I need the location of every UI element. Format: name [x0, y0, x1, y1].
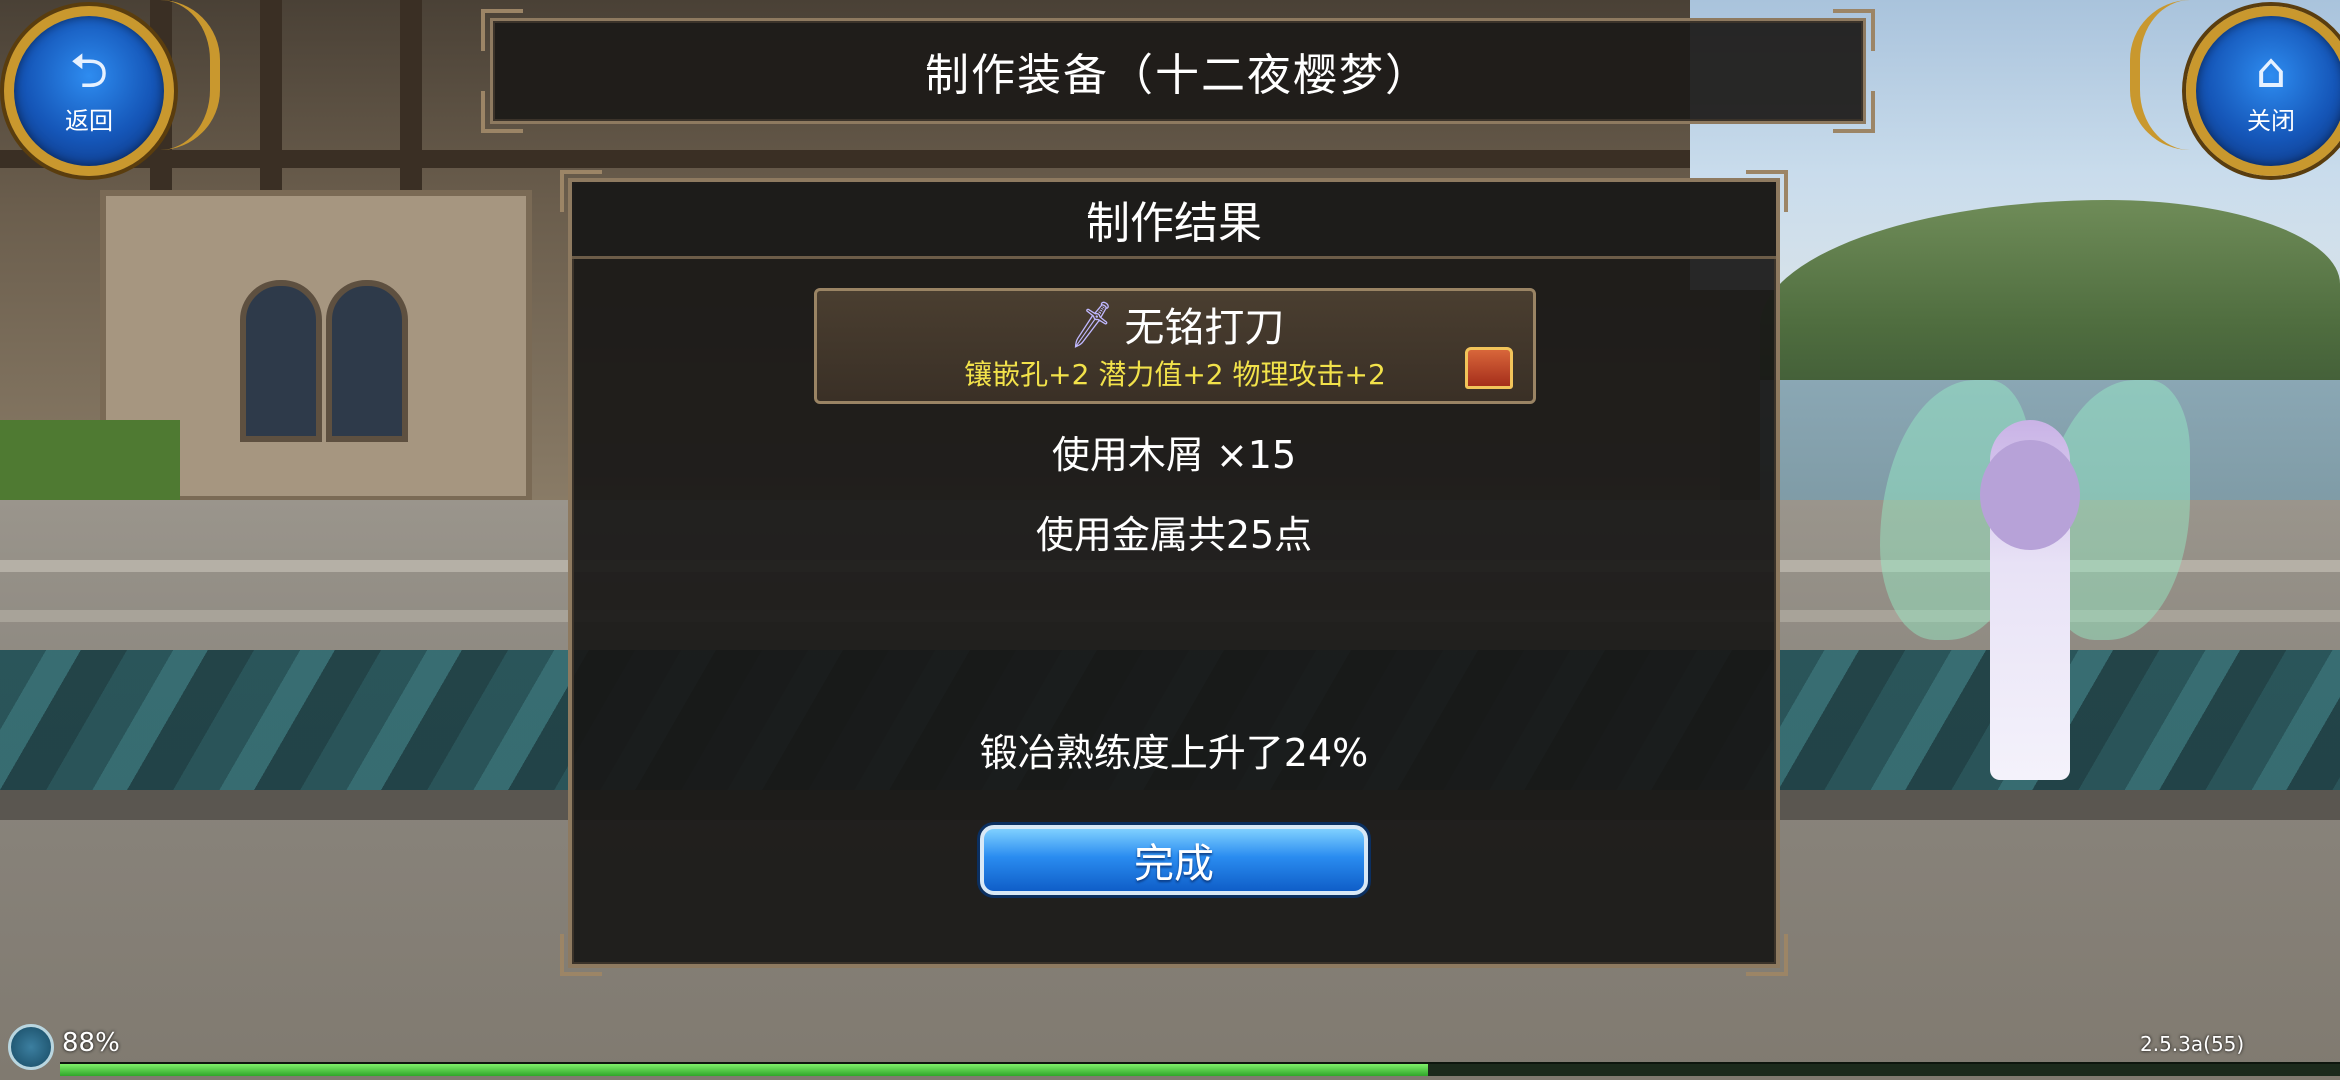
home-icon: ⌂ — [2255, 42, 2287, 99]
crafting-title-bar: 制作装备（十二夜樱梦） — [481, 9, 1875, 133]
craft-result-dialog: 制作结果 🗡 无铭打刀 镶嵌孔+2 潜力值+2 物理攻击+2 使用木屑 ×15 … — [560, 170, 1788, 976]
page-title: 制作装备（十二夜樱梦） — [925, 50, 1431, 101]
skill-gain-text: 锻冶熟练度上升了24% — [979, 731, 1369, 775]
frame-corner — [481, 9, 523, 51]
metal-used-text: 使用金属共25点 — [1035, 513, 1313, 557]
treasure-chest-icon[interactable] — [1465, 347, 1513, 389]
dialog-header: 制作结果 — [572, 182, 1776, 259]
frame-corner — [560, 934, 602, 976]
frame-corner — [1746, 934, 1788, 976]
battery-level: 88% — [62, 1028, 120, 1058]
player-character[interactable] — [1880, 380, 2190, 800]
done-button-label: 完成 — [1134, 841, 1214, 887]
frame-corner — [1833, 9, 1875, 51]
sword-icon: 🗡 — [1062, 297, 1121, 352]
grass-patch — [0, 420, 180, 510]
return-arrow-icon: ⮌ — [69, 42, 109, 99]
version-label: 2.5.3a(55) — [2140, 1032, 2245, 1056]
timber-beam — [0, 150, 1700, 168]
back-button-label: 返回 — [65, 106, 113, 135]
experience-bar-fill — [60, 1064, 1428, 1076]
crafted-item-card[interactable]: 🗡 无铭打刀 镶嵌孔+2 潜力值+2 物理攻击+2 — [814, 288, 1536, 404]
dialog-title: 制作结果 — [1086, 198, 1262, 249]
experience-bar — [60, 1062, 2340, 1076]
battery-icon — [8, 1024, 54, 1070]
item-name-row: 🗡 无铭打刀 — [817, 297, 1533, 351]
character-head — [1980, 440, 2080, 550]
arched-window — [326, 280, 408, 442]
materials-used-text: 使用木屑 ×15 — [1051, 433, 1297, 477]
item-name: 无铭打刀 — [1124, 305, 1285, 351]
done-button[interactable]: 完成 — [980, 825, 1368, 895]
item-stats: 镶嵌孔+2 潜力值+2 物理攻击+2 — [964, 358, 1386, 391]
arched-window — [240, 280, 322, 442]
frame-corner — [481, 91, 523, 133]
frame-corner — [1833, 91, 1875, 133]
close-button-label: 关闭 — [2247, 106, 2295, 135]
back-button[interactable]: ⮌ 返回 — [4, 6, 174, 176]
